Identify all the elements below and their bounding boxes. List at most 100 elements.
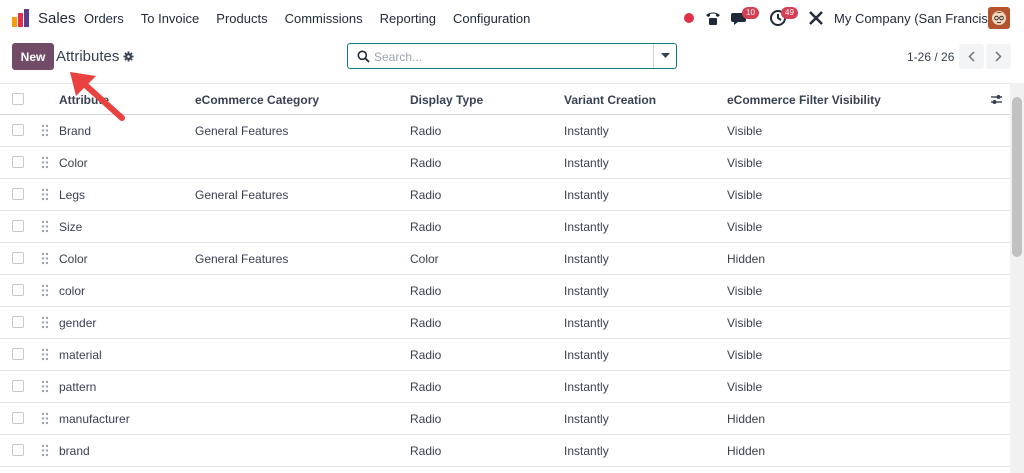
- gear-icon[interactable]: [123, 51, 134, 62]
- vertical-scrollbar[interactable]: [1010, 83, 1024, 473]
- table-body: Brand General Features Radio Instantly Visib…: [0, 115, 1010, 467]
- table-row[interactable]: gender Radio Instantly Visible: [0, 307, 1010, 339]
- table-row[interactable]: Brand General Features Radio Instantly Visib…: [0, 115, 1010, 147]
- user-avatar[interactable]: [988, 7, 1010, 29]
- pager-next-button[interactable]: [986, 44, 1011, 69]
- row-checkbox[interactable]: [12, 412, 24, 424]
- new-button[interactable]: New: [12, 43, 54, 70]
- search-options-toggle[interactable]: [653, 44, 676, 68]
- breadcrumb: Attributes: [56, 48, 134, 65]
- row-checkbox[interactable]: [12, 284, 24, 296]
- page-title: Attributes: [56, 48, 120, 65]
- column-header-filter-visibility[interactable]: eCommerce Filter Visibility: [727, 93, 881, 107]
- row-checkbox[interactable]: [12, 316, 24, 328]
- table-header: Attribute eCommerce Category Display Typ…: [0, 83, 1010, 115]
- drag-handle-icon[interactable]: [41, 156, 49, 169]
- cell-attribute: pattern: [59, 380, 97, 394]
- table-row[interactable]: Color General Features Color Instantly Hidde…: [0, 243, 1010, 275]
- table-row[interactable]: pattern Radio Instantly Visible: [0, 371, 1010, 403]
- drag-handle-icon[interactable]: [41, 348, 49, 361]
- cell-display-type: Radio: [410, 380, 442, 394]
- row-checkbox[interactable]: [12, 252, 24, 264]
- drag-handle-icon[interactable]: [41, 316, 49, 329]
- row-checkbox[interactable]: [12, 124, 24, 136]
- menu-configuration[interactable]: Configuration: [453, 11, 530, 26]
- menu-products[interactable]: Products: [216, 11, 267, 26]
- menu-orders[interactable]: Orders: [84, 11, 124, 26]
- menu-reporting[interactable]: Reporting: [380, 11, 436, 26]
- table-row[interactable]: Color Radio Instantly Visible: [0, 147, 1010, 179]
- drag-handle-icon[interactable]: [41, 188, 49, 201]
- cell-variant-creation: Instantly: [564, 412, 609, 426]
- debug-tools-icon[interactable]: [807, 9, 825, 27]
- table-row[interactable]: brand Radio Instantly Hidden: [0, 435, 1010, 467]
- cell-variant-creation: Instantly: [564, 348, 609, 362]
- pager-previous-button[interactable]: [959, 44, 984, 69]
- sales-app-logo-icon[interactable]: [11, 8, 31, 28]
- cell-filter-visibility: Visible: [727, 284, 763, 298]
- status-dot-icon[interactable]: [684, 13, 694, 23]
- cell-display-type: Radio: [410, 348, 442, 362]
- column-header-variant-creation[interactable]: Variant Creation: [564, 93, 656, 107]
- row-checkbox[interactable]: [12, 220, 24, 232]
- row-checkbox[interactable]: [12, 348, 24, 360]
- table-row[interactable]: manufacturer Radio Instantly Hidden: [0, 403, 1010, 435]
- cell-variant-creation: Instantly: [564, 316, 609, 330]
- cell-filter-visibility: Visible: [727, 156, 763, 170]
- cell-display-type: Radio: [410, 220, 442, 234]
- annotation-arrow-icon: [70, 72, 125, 121]
- app-name[interactable]: Sales: [38, 10, 76, 27]
- phone-icon[interactable]: [704, 9, 722, 27]
- row-checkbox[interactable]: [12, 188, 24, 200]
- scrollbar-thumb[interactable]: [1012, 97, 1022, 257]
- row-checkbox[interactable]: [12, 156, 24, 168]
- activity-count-badge: 49: [781, 7, 798, 19]
- cell-filter-visibility: Visible: [727, 220, 763, 234]
- cell-filter-visibility: Visible: [727, 124, 763, 138]
- cell-variant-creation: Instantly: [564, 252, 609, 266]
- cell-attribute: Legs: [59, 188, 86, 202]
- pager-value[interactable]: 1-26 / 26: [907, 50, 954, 64]
- cell-variant-creation: Instantly: [564, 444, 609, 458]
- cell-variant-creation: Instantly: [564, 156, 609, 170]
- cell-display-type: Color: [410, 252, 439, 266]
- main-menu: Orders To Invoice Products Commissions R…: [84, 11, 547, 26]
- drag-handle-icon[interactable]: [41, 124, 49, 137]
- cell-filter-visibility: Visible: [727, 348, 763, 362]
- table-row[interactable]: Legs General Features Radio Instantly Visibl…: [0, 179, 1010, 211]
- table-row[interactable]: color Radio Instantly Visible: [0, 275, 1010, 307]
- row-checkbox[interactable]: [12, 380, 24, 392]
- search-input[interactable]: [374, 48, 644, 65]
- cell-display-type: Radio: [410, 188, 442, 202]
- cell-variant-creation: Instantly: [564, 188, 609, 202]
- table-row[interactable]: material Radio Instantly Visible: [0, 339, 1010, 371]
- cell-attribute: Size: [59, 220, 83, 234]
- select-all-checkbox[interactable]: [12, 93, 24, 105]
- drag-handle-icon[interactable]: [41, 412, 49, 425]
- drag-handle-icon[interactable]: [41, 220, 49, 233]
- menu-commissions[interactable]: Commissions: [285, 11, 363, 26]
- row-checkbox[interactable]: [12, 444, 24, 456]
- cell-display-type: Radio: [410, 444, 442, 458]
- chevron-right-icon: [995, 51, 1002, 62]
- caret-down-icon: [660, 53, 670, 58]
- company-switcher[interactable]: My Company (San Francisco): [834, 11, 1006, 26]
- drag-handle-icon[interactable]: [41, 252, 49, 265]
- drag-handle-icon[interactable]: [41, 444, 49, 457]
- table-row[interactable]: Size Radio Instantly Visible: [0, 211, 1010, 243]
- cell-filter-visibility: Visible: [727, 188, 763, 202]
- attributes-table: Attribute eCommerce Category Display Typ…: [0, 83, 1010, 467]
- top-navbar: Sales Orders To Invoice Products Commiss…: [0, 0, 1024, 37]
- column-settings-icon[interactable]: [990, 93, 1003, 106]
- column-header-ecommerce-category[interactable]: eCommerce Category: [195, 93, 319, 107]
- cell-filter-visibility: Hidden: [727, 444, 766, 458]
- menu-to-invoice[interactable]: To Invoice: [141, 11, 200, 26]
- cell-attribute: Color: [59, 252, 88, 266]
- drag-handle-icon[interactable]: [41, 380, 49, 393]
- drag-handle-icon[interactable]: [41, 284, 49, 297]
- column-header-display-type[interactable]: Display Type: [410, 93, 483, 107]
- cell-attribute: material: [59, 348, 102, 362]
- cell-filter-visibility: Visible: [727, 380, 763, 394]
- search-icon[interactable]: [357, 50, 370, 63]
- cell-attribute: color: [59, 284, 86, 298]
